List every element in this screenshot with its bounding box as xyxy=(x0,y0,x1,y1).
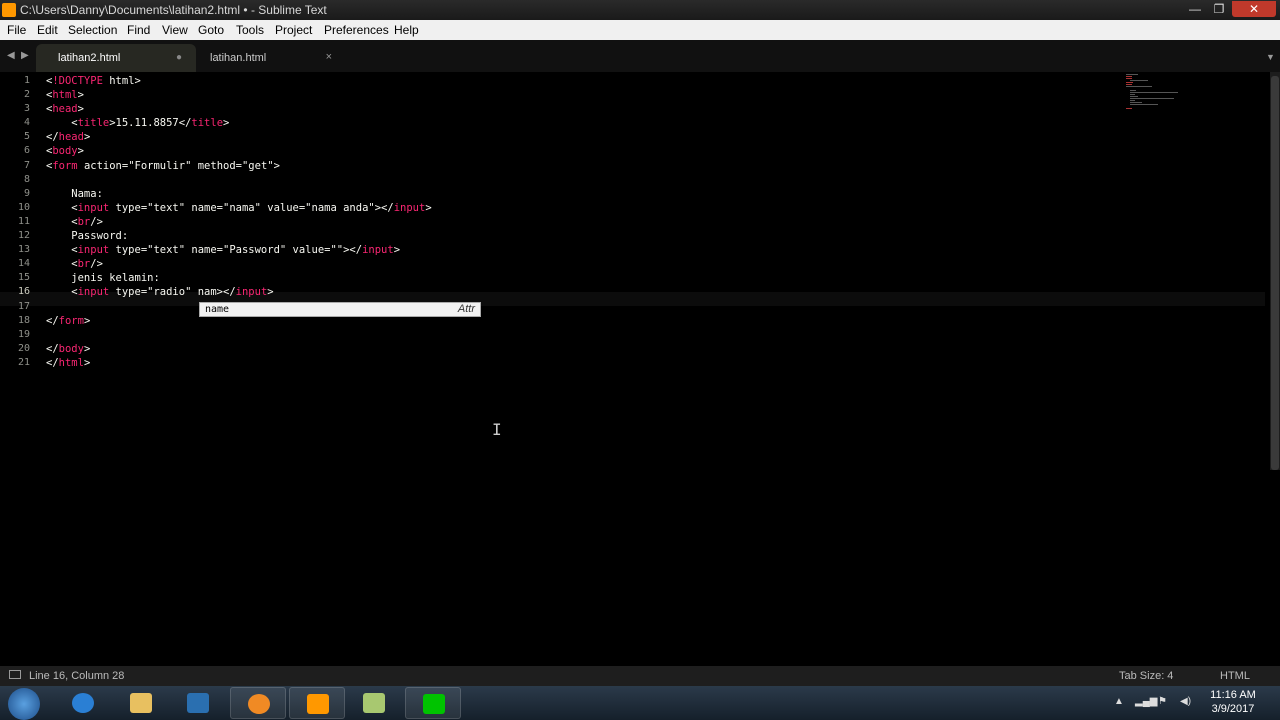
cursor-position: Line 16, Column 28 xyxy=(29,670,125,682)
line-number: 21 xyxy=(17,356,30,368)
code-line: <input type="text" name="nama" value="na… xyxy=(46,201,432,214)
menu-selection[interactable]: Selection xyxy=(68,23,117,37)
tab-close-icon[interactable]: × xyxy=(326,51,332,63)
menu-file[interactable]: File xyxy=(7,23,26,37)
code-line: <body> xyxy=(46,145,84,158)
unsaved-dot-icon[interactable]: ● xyxy=(176,52,182,63)
line-number-current: 16 xyxy=(17,286,30,298)
line-number: 1 xyxy=(23,75,30,86)
line-number: 13 xyxy=(17,244,30,256)
browser-app-icon[interactable] xyxy=(230,687,286,719)
window-titlebar: C:\Users\Danny\Documents\latihan2.html •… xyxy=(0,0,1280,20)
tab-latihan2[interactable]: latihan2.html ● xyxy=(36,44,196,72)
window-title: C:\Users\Danny\Documents\latihan2.html •… xyxy=(20,3,327,17)
code-line: <!DOCTYPE html> xyxy=(46,75,141,87)
line-number: 5 xyxy=(23,131,30,143)
syntax-selector[interactable]: HTML xyxy=(1220,670,1250,682)
windows-taskbar: ▲ ▂▄▆ ⚑ ◀) 11:16 AM 3/9/2017 xyxy=(0,686,1280,720)
media-player-icon[interactable] xyxy=(170,687,226,719)
code-lines[interactable]: <!DOCTYPE html> <html> <head> <title>15.… xyxy=(46,74,432,370)
minimap[interactable] xyxy=(1122,72,1192,122)
clock-date: 3/9/2017 xyxy=(1211,703,1255,715)
code-line: <html> xyxy=(46,89,84,102)
internet-explorer-icon[interactable] xyxy=(55,687,111,719)
code-line: <form action="Formulir" method="get"> xyxy=(46,159,280,172)
line-number: 2 xyxy=(23,89,30,101)
menu-project[interactable]: Project xyxy=(275,23,312,37)
tab-latihan[interactable]: latihan.html × xyxy=(188,44,346,72)
system-clock[interactable]: 11:16 AM 3/9/2017 xyxy=(1196,688,1270,716)
code-line: <br/> xyxy=(46,215,103,228)
sublime-app-icon xyxy=(2,3,16,17)
line-app-icon[interactable] xyxy=(405,687,461,719)
code-line: Password: xyxy=(46,230,129,243)
line-number: 4 xyxy=(23,117,30,129)
line-number-gutter: 1 2 3 4 5 6 7 8 9 10 11 12 13 14 15 16 1… xyxy=(0,74,30,370)
autocomplete-item[interactable]: name Attr xyxy=(201,303,479,316)
line-number: 14 xyxy=(17,258,30,270)
menu-tools[interactable]: Tools xyxy=(236,23,264,37)
autocomplete-word: name xyxy=(205,304,230,315)
line-number: 17 xyxy=(17,300,30,312)
panel-toggle-icon[interactable] xyxy=(9,670,21,679)
code-line: <title>15.11.8857</title> xyxy=(46,117,230,130)
sublime-text-icon[interactable] xyxy=(289,687,345,719)
menu-bar: File Edit Selection Find View Goto Tools… xyxy=(0,20,1280,40)
menu-preferences[interactable]: Preferences xyxy=(324,23,389,37)
tab-label: latihan.html xyxy=(210,52,267,64)
minimize-button[interactable]: — xyxy=(1184,1,1206,17)
line-number: 12 xyxy=(17,230,30,242)
line-number: 18 xyxy=(17,314,30,326)
tab-menu-chevron-down-icon[interactable]: ▼ xyxy=(1266,52,1275,62)
code-editor[interactable]: 1 2 3 4 5 6 7 8 9 10 11 12 13 14 15 16 1… xyxy=(0,72,1270,666)
volume-icon[interactable]: ◀) xyxy=(1180,696,1191,707)
menu-help[interactable]: Help xyxy=(394,23,419,37)
code-line-current: <input type="radio" nam></input> xyxy=(46,286,274,299)
mouse-ibeam-cursor-icon: I xyxy=(492,420,502,439)
menu-edit[interactable]: Edit xyxy=(37,23,58,37)
vertical-scrollbar-thumb[interactable] xyxy=(1271,76,1279,470)
notepad-icon[interactable] xyxy=(346,687,402,719)
action-center-icon[interactable]: ⚑ xyxy=(1158,696,1167,707)
code-line: jenis kelamin: xyxy=(46,272,160,285)
tab-right-arrow-icon[interactable]: ▶ xyxy=(21,50,29,61)
tab-left-arrow-icon[interactable]: ◀ xyxy=(7,50,15,61)
code-line: Nama: xyxy=(46,187,103,200)
menu-goto[interactable]: Goto xyxy=(198,23,224,37)
show-hidden-icons-icon[interactable]: ▲ xyxy=(1114,696,1124,707)
autocomplete-kind: Attr xyxy=(457,303,475,315)
network-signal-icon[interactable]: ▂▄▆ xyxy=(1135,696,1157,707)
clock-time: 11:16 AM xyxy=(1210,689,1256,701)
tab-label: latihan2.html xyxy=(58,52,121,64)
code-line: <input type="text" name="Password" value… xyxy=(46,244,401,257)
menu-view[interactable]: View xyxy=(162,23,188,37)
maximize-button[interactable]: ❐ xyxy=(1208,1,1230,17)
status-bar: Line 16, Column 28 Tab Size: 4 HTML xyxy=(0,666,1280,686)
tab-size-selector[interactable]: Tab Size: 4 xyxy=(1119,670,1173,682)
tab-bar: ◀ ▶ latihan2.html ● latihan.html × ▼ xyxy=(0,40,1280,72)
line-number: 20 xyxy=(17,342,30,354)
line-number: 7 xyxy=(23,159,30,171)
start-button[interactable] xyxy=(8,688,40,720)
autocomplete-popup[interactable]: name Attr xyxy=(199,302,481,317)
menu-find[interactable]: Find xyxy=(127,23,150,37)
line-number: 3 xyxy=(23,103,30,115)
code-line: <head> xyxy=(46,103,84,116)
code-line: </body> xyxy=(46,342,91,355)
file-explorer-icon[interactable] xyxy=(113,687,169,719)
line-number: 8 xyxy=(23,173,30,185)
line-number: 19 xyxy=(17,328,30,340)
line-number: 15 xyxy=(17,272,30,284)
code-line: </html> xyxy=(46,356,91,369)
line-number: 10 xyxy=(17,201,30,213)
line-number: 9 xyxy=(23,187,30,199)
line-number: 6 xyxy=(23,145,30,157)
close-button[interactable]: ✕ xyxy=(1232,1,1276,17)
code-line: </head> xyxy=(46,131,91,144)
line-number: 11 xyxy=(17,215,30,227)
code-line: <br/> xyxy=(46,258,103,271)
